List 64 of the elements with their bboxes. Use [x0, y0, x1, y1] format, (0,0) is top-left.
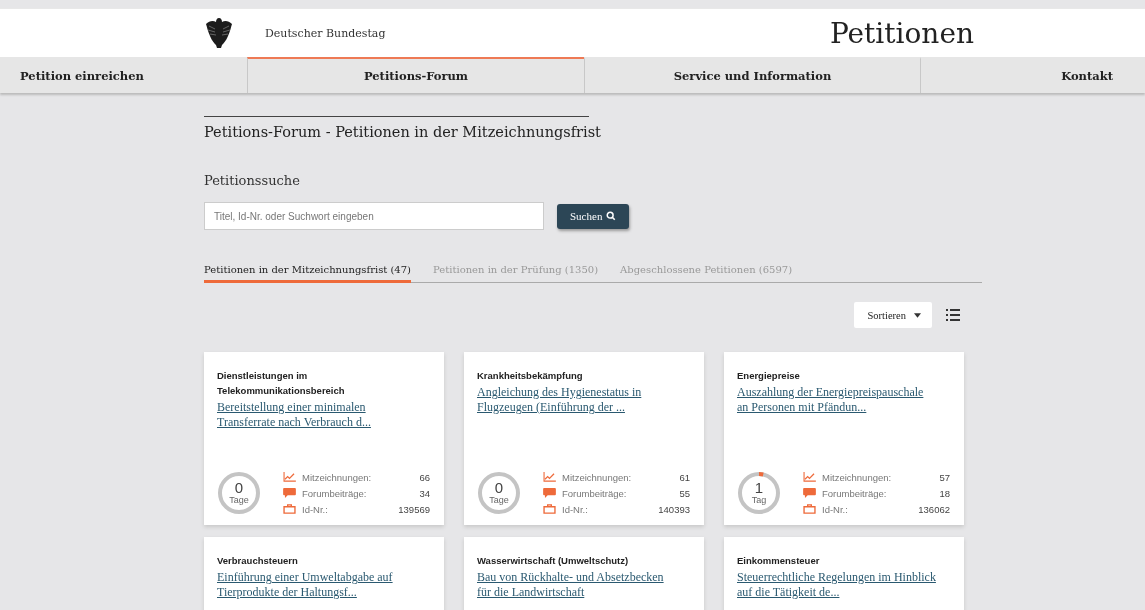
- stat-label: Mitzeichnungen:: [562, 471, 633, 483]
- stat-label: Id-Nr.:: [822, 503, 849, 515]
- days-count: 0: [234, 481, 244, 495]
- countdown-ring: [477, 471, 521, 515]
- stat-value: 61: [678, 471, 690, 483]
- stat-value: 140393: [658, 503, 690, 515]
- stat-label: Id-Nr.:: [562, 503, 589, 515]
- stat-value: 66: [418, 471, 430, 483]
- days-unit: Tage: [489, 495, 509, 505]
- stat-label: Id-Nr.:: [302, 503, 329, 515]
- category-label: Verbrauchsteuern: [217, 554, 299, 568]
- nav-item[interactable]: Petition einreichen: [0, 57, 247, 93]
- caret-icon: [914, 312, 921, 318]
- petition-link[interactable]: Steuerrechtliche Regelungen im Hinblick auf die Tätigkeit de...: [737, 570, 951, 600]
- stat-label: Forumbeiträge:: [302, 487, 368, 499]
- petition-link[interactable]: Auszahlung der Energiepreispauschale an Personen mit Pfändun...: [737, 385, 951, 415]
- briefcase-icon: [283, 504, 296, 514]
- petition-link[interactable]: Einführung einer Umweltabgabe auf Tierprodukte der Haltungsf...: [217, 570, 431, 600]
- briefcase-icon: [803, 504, 816, 514]
- stat-value: 139569: [398, 503, 430, 515]
- search-button[interactable]: Suchen: [557, 203, 630, 229]
- sort-button[interactable]: Sortieren: [853, 302, 932, 328]
- stat-value: 55: [678, 487, 690, 499]
- speech-bubble-icon: [283, 488, 296, 498]
- search-heading: Petitionssuche: [204, 173, 301, 188]
- category-label: Krankheitsbekämpfung: [477, 369, 584, 383]
- stat-label: Forumbeiträge:: [562, 487, 628, 499]
- stat-value: 34: [418, 487, 430, 499]
- days-count: 1: [754, 481, 764, 495]
- countdown-ring: [217, 471, 261, 515]
- institution-name: Deutscher Bundestag: [265, 26, 386, 40]
- search-field[interactable]: Titel, Id-Nr. oder Suchwort eingeben: [204, 202, 544, 230]
- line-chart-icon: [543, 472, 556, 482]
- category-label: Wasserwirtschaft (Umweltschutz): [477, 554, 630, 568]
- petition-link[interactable]: Angleichung des Hygienestatus in Flugzeugen (Einführung der ...: [477, 385, 691, 415]
- petition-link[interactable]: Bau von Rückhalte- und Absetzbecken für die Landwirtschaft: [477, 570, 691, 600]
- line-chart-icon: [803, 472, 816, 482]
- nav-item[interactable]: Petitions-Forum: [247, 57, 584, 93]
- page-title: Petitions-Forum - Petitionen in der Mitzeichnungsfrist: [204, 123, 602, 141]
- briefcase-icon: [543, 504, 556, 514]
- tab[interactable]: Petitionen in der Mitzeichnungsfrist (47): [204, 264, 411, 283]
- countdown-ring: [737, 471, 781, 515]
- speech-bubble-icon: [803, 488, 816, 498]
- stat-label: Mitzeichnungen:: [822, 471, 893, 483]
- stat-value: 57: [938, 471, 950, 483]
- category-label: Energiepreise: [737, 369, 801, 383]
- days-unit: Tag: [751, 495, 767, 505]
- days-unit: Tage: [229, 495, 249, 505]
- eagle-logo-icon: [203, 17, 235, 49]
- search-icon: [606, 211, 617, 221]
- days-count: 0: [494, 481, 504, 495]
- speech-bubble-icon: [543, 488, 556, 498]
- category-label: Dienstleistungen im Telekommunikationsbereich: [217, 369, 346, 398]
- nav-item[interactable]: Service und Information: [584, 57, 920, 93]
- line-chart-icon: [283, 472, 296, 482]
- category-label: Einkommensteuer: [737, 554, 821, 568]
- site-title: Petitionen: [829, 16, 974, 50]
- list-view-icon[interactable]: [946, 309, 960, 321]
- stat-value: 18: [938, 487, 950, 499]
- stat-label: Mitzeichnungen:: [302, 471, 373, 483]
- nav-item[interactable]: Kontakt: [920, 57, 1145, 93]
- petition-link[interactable]: Bereitstellung einer minimalen Transferrate nach Verbrauch d...: [217, 400, 431, 430]
- stat-label: Forumbeiträge:: [822, 487, 888, 499]
- stat-value: 136062: [918, 503, 950, 515]
